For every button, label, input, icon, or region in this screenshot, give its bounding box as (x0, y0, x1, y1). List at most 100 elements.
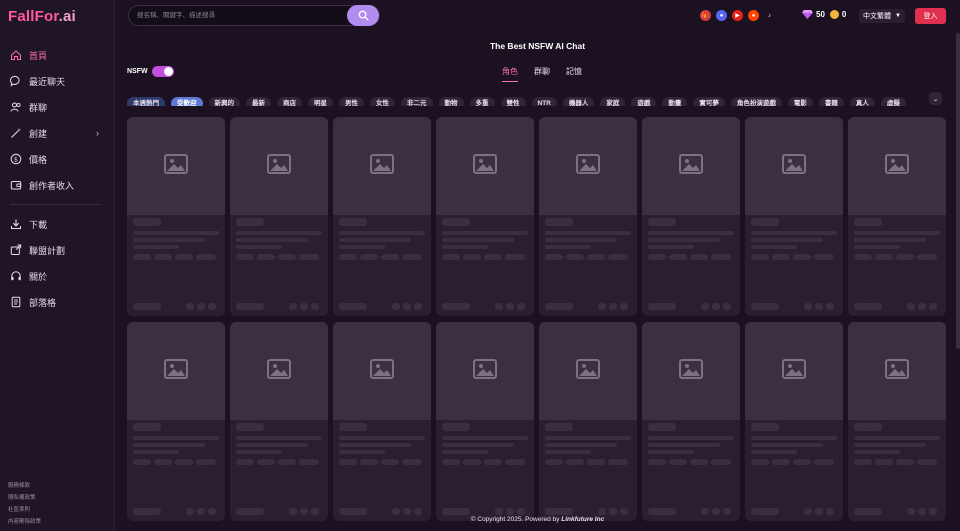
character-card[interactable] (230, 322, 328, 521)
scrollbar[interactable] (956, 33, 960, 349)
footer-link[interactable]: 社區準則 (8, 504, 41, 516)
tag-chip[interactable]: 商店 (277, 97, 302, 106)
tag-chip[interactable]: 新興的 (208, 97, 240, 106)
skeleton-line (545, 443, 617, 447)
skeleton-line (545, 303, 573, 310)
skeleton-line (392, 508, 400, 515)
tab-0[interactable]: 角色 (502, 66, 518, 82)
skeleton-line (917, 459, 937, 465)
sidebar-item-3[interactable]: 創建 › (0, 120, 115, 146)
character-card[interactable] (127, 322, 225, 521)
search-button[interactable] (347, 5, 379, 26)
skeleton-line (712, 303, 720, 310)
character-card[interactable] (539, 117, 637, 316)
skeleton-line (648, 459, 666, 465)
skeleton-line (608, 254, 628, 260)
tag-chip[interactable]: 機器人 (562, 97, 595, 106)
tag-chip[interactable]: 書籍 (818, 97, 844, 106)
skeleton-line (392, 303, 400, 310)
character-card[interactable] (848, 322, 946, 521)
skeleton-line (751, 231, 837, 235)
footer-link[interactable]: 內容刪除政策 (8, 516, 41, 528)
discord-icon[interactable]: ● (716, 10, 727, 21)
skeleton-line (442, 443, 514, 447)
character-card[interactable] (642, 117, 740, 316)
logo[interactable]: FallFor.ai (8, 8, 76, 25)
gift-icon[interactable]: 🎁 (700, 10, 711, 21)
tag-chip[interactable]: 本週熱門 (127, 97, 165, 106)
coins-count: 0 (841, 10, 847, 19)
tag-chip[interactable]: 虛擬 (880, 97, 906, 106)
card-image-placeholder (436, 117, 534, 215)
tag-chip[interactable]: NTR (531, 97, 557, 106)
tag-chip[interactable]: 明星 (308, 97, 333, 106)
skeleton-line (648, 231, 734, 235)
character-card[interactable] (127, 117, 225, 316)
sidebar-item-1[interactable]: 最近聊天 (0, 68, 115, 94)
skeleton-line (854, 245, 900, 249)
tab-2[interactable]: 記憶 (566, 66, 582, 82)
character-card[interactable] (436, 322, 534, 521)
skeleton-line (133, 238, 205, 242)
tag-chip[interactable]: 實可夢 (693, 97, 725, 106)
skeleton-line (339, 450, 385, 454)
tag-chip[interactable]: 遊戲 (631, 97, 657, 106)
tag-chip[interactable]: 男性 (339, 97, 364, 106)
character-card[interactable] (333, 117, 431, 316)
character-card[interactable] (230, 117, 328, 316)
expand-tags-button[interactable]: ⌄ (929, 92, 942, 105)
language-select[interactable]: 中文繁體 ▼ (859, 9, 905, 23)
sidebar-item-4[interactable]: $ 價格 (0, 146, 115, 172)
image-icon (576, 358, 600, 384)
tab-1[interactable]: 群聊 (534, 66, 550, 82)
reddit-icon[interactable]: ● (748, 10, 759, 21)
nsfw-label: NSFW (127, 68, 148, 75)
skeleton-line (751, 245, 797, 249)
skeleton-line (517, 303, 525, 310)
nsfw-toggle[interactable] (151, 66, 174, 77)
character-card[interactable] (848, 117, 946, 316)
skeleton-line (278, 254, 296, 260)
sidebar-item-6[interactable]: 下載 (0, 211, 115, 237)
sidebar-item-5[interactable]: 創作者收入 (0, 172, 115, 198)
sidebar-item-9[interactable]: 部落格 (0, 289, 115, 315)
skeleton-line (814, 459, 834, 465)
tag-chip[interactable]: 家庭 (600, 97, 626, 106)
skeleton-line (620, 508, 628, 515)
tag-chip[interactable]: 真人 (849, 97, 875, 106)
skeleton-line (196, 459, 216, 465)
skeleton-line (133, 423, 161, 431)
footer-link[interactable]: 隱私權政策 (8, 492, 41, 504)
headset-icon (10, 270, 22, 282)
login-button[interactable]: 登入 (915, 8, 946, 24)
search-input[interactable] (137, 9, 337, 22)
tag-chip[interactable]: 非二元 (401, 97, 433, 106)
tag-chip[interactable]: 受歡迎 (171, 97, 203, 106)
tiktok-icon[interactable]: ♪ (764, 10, 775, 21)
skeleton-line (854, 450, 900, 454)
tag-chip[interactable]: 角色扮演遊戲 (730, 97, 782, 106)
character-card[interactable] (745, 322, 843, 521)
tag-chip[interactable]: 女性 (370, 97, 395, 106)
skeleton-line (648, 218, 676, 226)
footer-link[interactable]: 服務條款 (8, 480, 41, 492)
youtube-icon[interactable]: ▶ (732, 10, 743, 21)
skeleton-line (236, 459, 254, 465)
character-card[interactable] (333, 322, 431, 521)
character-card[interactable] (642, 322, 740, 521)
sidebar-item-7[interactable]: 聯盟計劃 (0, 237, 115, 263)
sidebar-item-8[interactable]: 關於 (0, 263, 115, 289)
skeleton-line (442, 231, 528, 235)
tag-chip[interactable]: 多重 (469, 97, 495, 106)
character-card[interactable] (745, 117, 843, 316)
character-card[interactable] (539, 322, 637, 521)
sidebar-item-2[interactable]: 群聊 (0, 94, 115, 120)
tag-chip[interactable]: 雙性 (500, 97, 526, 106)
character-card[interactable] (436, 117, 534, 316)
tag-chip[interactable]: 最新 (246, 97, 271, 106)
sidebar-item-0[interactable]: 首頁 (0, 42, 115, 68)
tag-chip[interactable]: 動物 (438, 97, 464, 106)
tag-chip[interactable]: 電影 (787, 97, 813, 106)
tag-chip[interactable]: 動畫 (662, 97, 688, 106)
sidebar-divider (10, 204, 101, 205)
